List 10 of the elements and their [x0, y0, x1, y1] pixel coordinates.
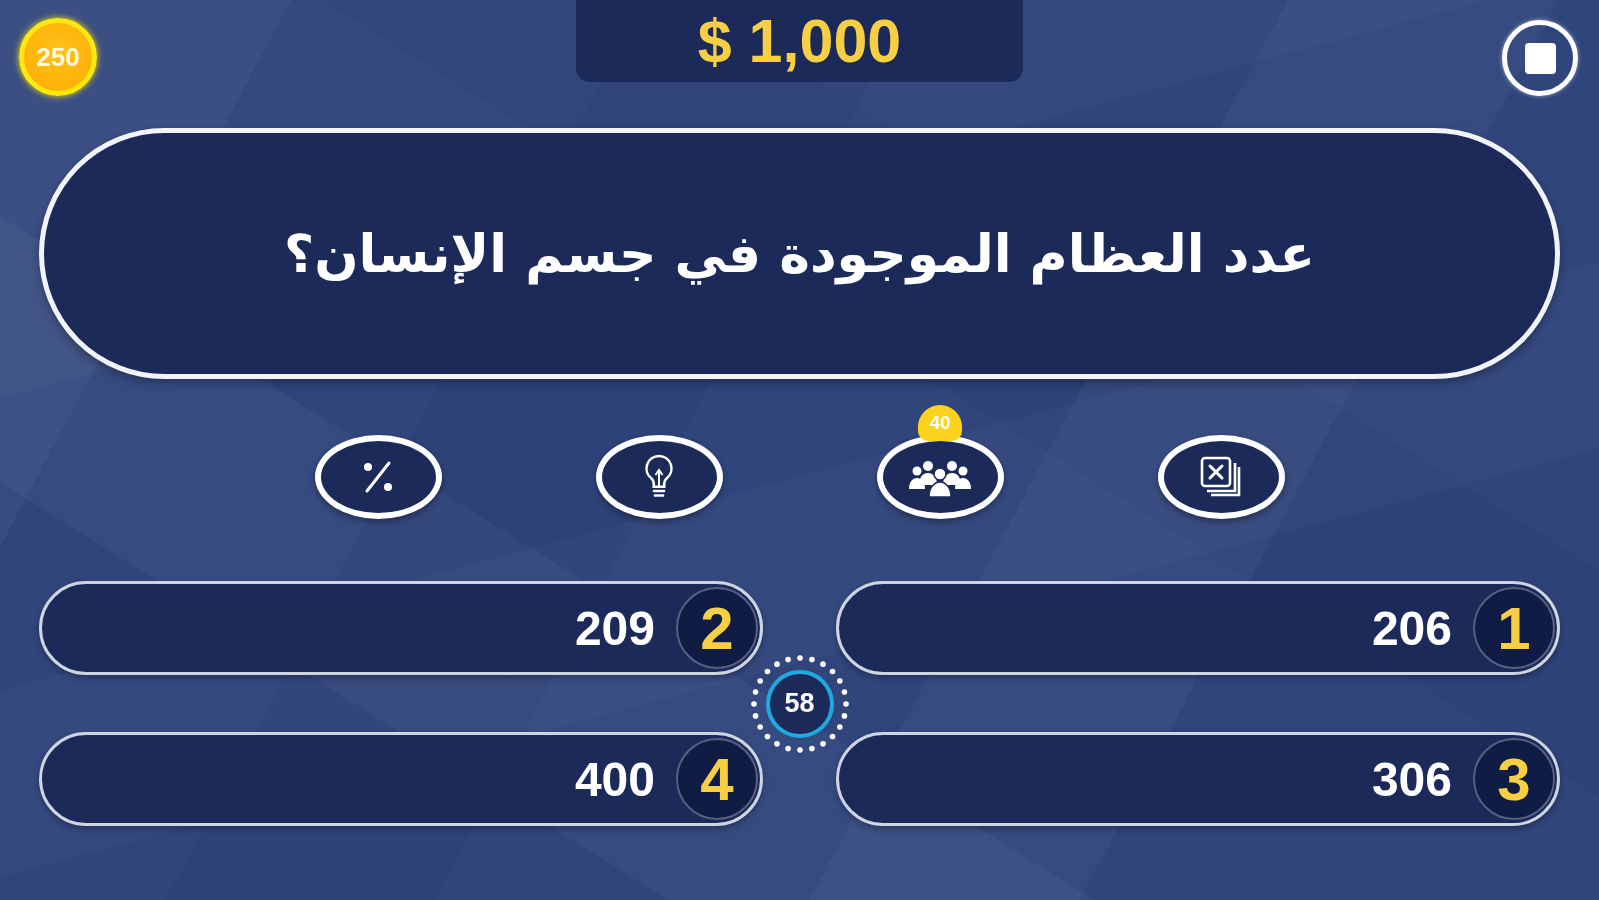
coin-counter: 250 — [19, 18, 97, 96]
lightbulb-icon — [644, 454, 674, 500]
dotted-ring-icon — [749, 653, 850, 754]
countdown-timer: 58 — [765, 669, 834, 738]
stop-icon — [1524, 42, 1556, 74]
stop-button[interactable] — [1502, 20, 1578, 96]
count-badge: 40 — [918, 405, 962, 441]
prize-amount: $ 1,000 — [576, 0, 1023, 82]
stacked-cards-x-icon — [1199, 455, 1243, 499]
question-panel: عدد العظام الموجودة في جسم الإنسان؟ — [39, 128, 1560, 379]
